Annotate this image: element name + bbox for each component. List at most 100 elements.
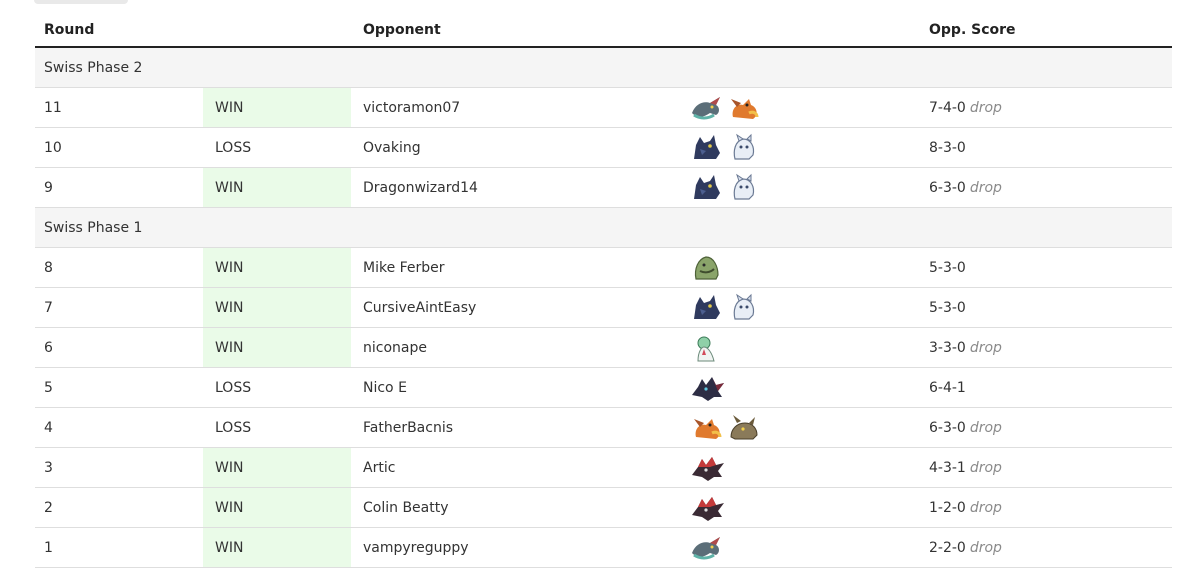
team-sprites	[690, 133, 761, 163]
opp-score-cell: 6-3-0 drop	[919, 407, 1172, 448]
opp-score-cell: 2-2-0 drop	[919, 527, 1172, 568]
drop-label: drop	[969, 339, 1002, 356]
match-results-table: Round Opponent Opp. Score Swiss Phase 21…	[35, 14, 1172, 568]
table-row: 4 LOSS FatherBacnis 6-3-0 drop	[35, 407, 1172, 448]
white-creature-icon	[733, 173, 755, 200]
result-win: WIN	[203, 447, 351, 488]
opponent-name[interactable]: Ovaking	[351, 127, 683, 168]
table-header-row: Round Opponent Opp. Score	[35, 14, 1172, 48]
opp-score: 3-3-0	[929, 339, 966, 356]
opp-score: 4-3-1	[929, 459, 966, 476]
drop-label: drop	[969, 499, 1002, 516]
drop-label: drop	[969, 419, 1002, 436]
result-win: WIN	[203, 87, 351, 128]
opponent-team	[683, 287, 919, 328]
round-number: 7	[35, 287, 203, 328]
opp-score: 5-3-0	[929, 259, 966, 276]
opp-score-cell: 7-4-0 drop	[919, 87, 1172, 128]
result-win: WIN	[203, 167, 351, 208]
result-win: WIN	[203, 327, 351, 368]
opponent-team	[683, 487, 919, 528]
table-row: 1 WIN vampyreguppy 2-2-0 drop	[35, 527, 1172, 568]
opp-score-cell: 6-4-1	[919, 367, 1172, 408]
opp-score: 7-4-0	[929, 99, 966, 116]
header-opponent: Opponent	[351, 14, 683, 48]
table-row: 10 LOSS Ovaking 8-3-0	[35, 127, 1172, 168]
team-sprites	[690, 93, 761, 123]
table-row: 6 WIN niconape 3-3-0 drop	[35, 327, 1172, 368]
header-team	[683, 14, 919, 48]
round-number: 3	[35, 447, 203, 488]
opponent-team	[683, 447, 919, 488]
round-number: 11	[35, 87, 203, 128]
round-number: 9	[35, 167, 203, 208]
opp-score-cell: 3-3-0 drop	[919, 327, 1172, 368]
opp-score: 6-3-0	[929, 179, 966, 196]
opponent-name[interactable]: Dragonwizard14	[351, 167, 683, 208]
opponent-team	[683, 87, 919, 128]
round-number: 5	[35, 367, 203, 408]
opponent-name[interactable]: niconape	[351, 327, 683, 368]
phase-label: Swiss Phase 2	[35, 47, 1172, 88]
header-result	[203, 14, 351, 48]
opponent-team	[683, 247, 919, 288]
opponent-name[interactable]: CursiveAintEasy	[351, 287, 683, 328]
table-row: 2 WIN Colin Beatty 1-2-0 drop	[35, 487, 1172, 528]
dark-wolf-icon	[694, 134, 720, 159]
drop-label: drop	[969, 459, 1002, 476]
round-number: 8	[35, 247, 203, 288]
opponent-team	[683, 167, 919, 208]
opp-score-cell: 6-3-0 drop	[919, 167, 1172, 208]
round-number: 10	[35, 127, 203, 168]
opp-score: 5-3-0	[929, 299, 966, 316]
phase-label: Swiss Phase 1	[35, 207, 1172, 248]
opponent-name[interactable]: Artic	[351, 447, 683, 488]
drop-label: drop	[969, 539, 1002, 556]
white-creature-icon	[733, 133, 755, 160]
team-sprites	[690, 493, 724, 523]
opponent-team	[683, 327, 919, 368]
white-creature-icon	[733, 293, 755, 320]
opponent-name[interactable]: Nico E	[351, 367, 683, 408]
team-sprites	[690, 373, 724, 403]
phase-row: Swiss Phase 1	[35, 207, 1172, 248]
team-sprites	[690, 293, 761, 323]
dark-wolf-icon	[694, 174, 720, 199]
round-number: 6	[35, 327, 203, 368]
opponent-name[interactable]: Mike Ferber	[351, 247, 683, 288]
result-win: WIN	[203, 527, 351, 568]
gardevoir-icon	[697, 336, 715, 361]
opponent-name[interactable]: victoramon07	[351, 87, 683, 128]
drop-label: drop	[969, 99, 1002, 116]
opponent-name[interactable]: FatherBacnis	[351, 407, 683, 448]
red-zoroark-icon	[692, 456, 724, 481]
opp-score-cell: 1-2-0 drop	[919, 487, 1172, 528]
result-win: WIN	[203, 287, 351, 328]
table-row: 7 WIN CursiveAintEasy 5-3-0	[35, 287, 1172, 328]
team-sprites	[690, 533, 724, 563]
drop-label: drop	[969, 179, 1002, 196]
result-loss: LOSS	[203, 127, 351, 168]
opponent-team	[683, 527, 919, 568]
round-number: 2	[35, 487, 203, 528]
opponent-team	[683, 407, 919, 448]
zoroark-icon	[692, 376, 724, 401]
table-row: 5 LOSS Nico E 6-4-1	[35, 367, 1172, 408]
dragapult-icon	[692, 536, 720, 559]
opp-score: 1-2-0	[929, 499, 966, 516]
opponent-name[interactable]: vampyreguppy	[351, 527, 683, 568]
result-win: WIN	[203, 247, 351, 288]
team-sprites	[690, 453, 724, 483]
team-sprites	[690, 333, 724, 363]
green-rock-icon	[694, 255, 719, 280]
opp-score: 6-4-1	[929, 379, 966, 396]
result-win: WIN	[203, 487, 351, 528]
opponent-team	[683, 367, 919, 408]
opponent-name[interactable]: Colin Beatty	[351, 487, 683, 528]
table-row: 8 WIN Mike Ferber 5-3-0	[35, 247, 1172, 288]
charizard-icon	[731, 98, 759, 119]
dragapult-icon	[692, 96, 720, 119]
opp-score: 8-3-0	[929, 139, 966, 156]
top-tab[interactable]	[34, 0, 128, 4]
table-row: 11 WIN victoramon07 7-4-0 drop	[35, 87, 1172, 128]
